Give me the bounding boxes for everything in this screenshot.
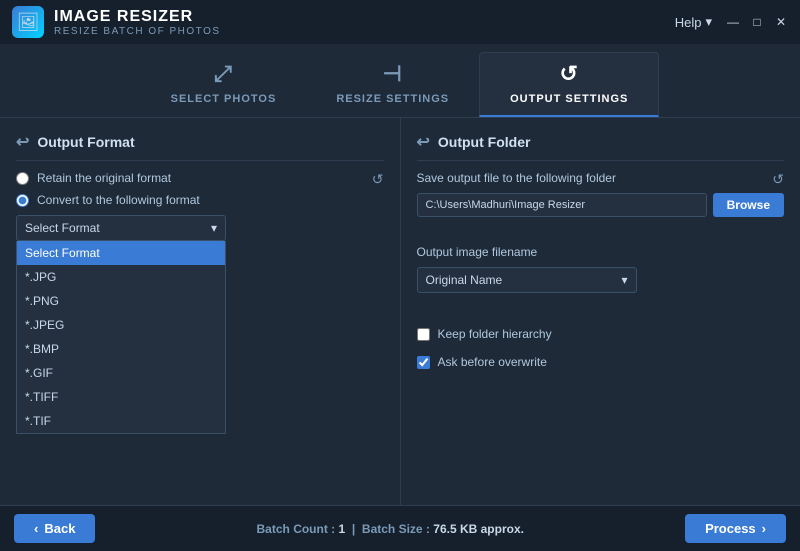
ask-overwrite-checkbox[interactable] — [417, 356, 430, 369]
format-option-select-format[interactable]: Select Format — [17, 241, 225, 265]
filename-dropdown-chevron: ▾ — [621, 273, 627, 287]
folder-label: Save output file to the following folder — [417, 171, 785, 185]
tab-select-photos-label: SELECT PHOTOS — [171, 93, 277, 105]
retain-format-radio-input[interactable] — [16, 172, 29, 185]
app-icon: 🖼 — [12, 6, 44, 38]
title-bar-right: Help ▾ — □ ✕ — [675, 14, 788, 30]
folder-path-input[interactable] — [417, 193, 707, 217]
process-chevron: › — [762, 521, 766, 536]
tab-output-settings-label: OUTPUT SETTINGS — [510, 93, 628, 105]
filename-dropdown[interactable]: Original Name ▾ — [417, 267, 637, 293]
output-format-panel: ↩ Output Format ↺ Retain the original fo… — [0, 118, 401, 505]
format-option-tiff[interactable]: *.TIFF — [17, 385, 225, 409]
convert-format-label: Convert to the following format — [37, 193, 200, 207]
convert-format-radio-input[interactable] — [16, 194, 29, 207]
retain-format-radio[interactable]: Retain the original format — [16, 171, 384, 185]
tab-select-photos[interactable]: ⤢ SELECT PHOTOS — [141, 53, 307, 117]
batch-count-label: Batch Count : — [257, 522, 336, 536]
app-title: IMAGE RESIZER — [54, 8, 221, 26]
minimize-button[interactable]: — — [726, 15, 740, 29]
tabs-bar: ⤢ SELECT PHOTOS ⊣ RESIZE SETTINGS ↺ OUTP… — [0, 44, 800, 118]
output-folder-reset-button[interactable]: ↺ — [772, 171, 784, 188]
filename-dropdown-selected: Original Name — [426, 273, 503, 287]
output-format-reset-button[interactable]: ↺ — [372, 171, 384, 188]
back-label: Back — [44, 521, 75, 536]
app-title-block: IMAGE RESIZER RESIZE BATCH OF PHOTOS — [54, 8, 221, 37]
tab-resize-settings-label: RESIZE SETTINGS — [336, 93, 449, 105]
output-folder-title: Output Folder — [438, 134, 531, 150]
format-option-jpg[interactable]: *.JPG — [17, 265, 225, 289]
browse-button[interactable]: Browse — [713, 193, 784, 217]
batch-size-value: 76.5 KB approx. — [433, 522, 524, 536]
format-dropdown-trigger[interactable]: Select Format ▾ — [16, 215, 226, 241]
output-format-title: Output Format — [37, 134, 134, 150]
format-dropdown[interactable]: Select Format ▾ Select Format *.JPG *.PN… — [16, 215, 226, 241]
close-button[interactable]: ✕ — [774, 15, 788, 29]
select-photos-icon: ⤢ — [214, 61, 233, 87]
output-folder-body: ↺ Save output file to the following fold… — [417, 171, 785, 369]
keep-hierarchy-checkbox[interactable] — [417, 328, 430, 341]
convert-format-radio[interactable]: Convert to the following format — [16, 193, 384, 207]
format-option-gif[interactable]: *.GIF — [17, 361, 225, 385]
footer: ‹ Back Batch Count : 1 | Batch Size : 76… — [0, 505, 800, 551]
output-format-icon: ↩ — [16, 132, 29, 152]
process-label: Process — [705, 521, 756, 536]
batch-size-label: Batch Size : — [362, 522, 430, 536]
output-folder-icon: ↩ — [417, 132, 430, 152]
resize-settings-icon: ⊣ — [383, 61, 403, 87]
back-chevron: ‹ — [34, 521, 38, 536]
back-button[interactable]: ‹ Back — [14, 514, 95, 543]
title-bar-left: 🖼 IMAGE RESIZER RESIZE BATCH OF PHOTOS — [12, 6, 221, 38]
tab-output-settings[interactable]: ↺ OUTPUT SETTINGS — [479, 52, 659, 117]
main-content: ↩ Output Format ↺ Retain the original fo… — [0, 118, 800, 505]
output-format-header: ↩ Output Format — [16, 132, 384, 161]
format-dropdown-chevron: ▾ — [211, 221, 217, 235]
output-settings-icon: ↺ — [560, 61, 579, 87]
keep-hierarchy-label: Keep folder hierarchy — [438, 327, 552, 341]
output-folder-panel: ↩ Output Folder ↺ Save output file to th… — [401, 118, 800, 505]
ask-overwrite-label: Ask before overwrite — [438, 355, 547, 369]
output-folder-header: ↩ Output Folder — [417, 132, 785, 161]
folder-input-row: Browse — [417, 193, 785, 217]
format-option-jpeg[interactable]: *.JPEG — [17, 313, 225, 337]
title-bar: 🖼 IMAGE RESIZER RESIZE BATCH OF PHOTOS H… — [0, 0, 800, 44]
keep-hierarchy-checkbox-row[interactable]: Keep folder hierarchy — [417, 327, 785, 341]
window-controls: — □ ✕ — [726, 15, 788, 29]
format-dropdown-selected: Select Format — [25, 221, 100, 235]
format-option-bmp[interactable]: *.BMP — [17, 337, 225, 361]
output-format-body: ↺ Retain the original format Convert to … — [16, 171, 384, 241]
retain-format-label: Retain the original format — [37, 171, 171, 185]
tab-resize-settings[interactable]: ⊣ RESIZE SETTINGS — [306, 53, 479, 117]
process-button[interactable]: Process › — [685, 514, 786, 543]
format-dropdown-menu: Select Format *.JPG *.PNG *.JPEG *.BMP *… — [16, 241, 226, 434]
maximize-button[interactable]: □ — [750, 15, 764, 29]
help-button[interactable]: Help ▾ — [675, 14, 712, 30]
footer-info: Batch Count : 1 | Batch Size : 76.5 KB a… — [257, 522, 524, 536]
format-option-png[interactable]: *.PNG — [17, 289, 225, 313]
format-option-tif[interactable]: *.TIF — [17, 409, 225, 433]
ask-overwrite-checkbox-row[interactable]: Ask before overwrite — [417, 355, 785, 369]
filename-label: Output image filename — [417, 245, 785, 259]
batch-count-value: 1 — [339, 522, 346, 536]
app-subtitle: RESIZE BATCH OF PHOTOS — [54, 26, 221, 37]
